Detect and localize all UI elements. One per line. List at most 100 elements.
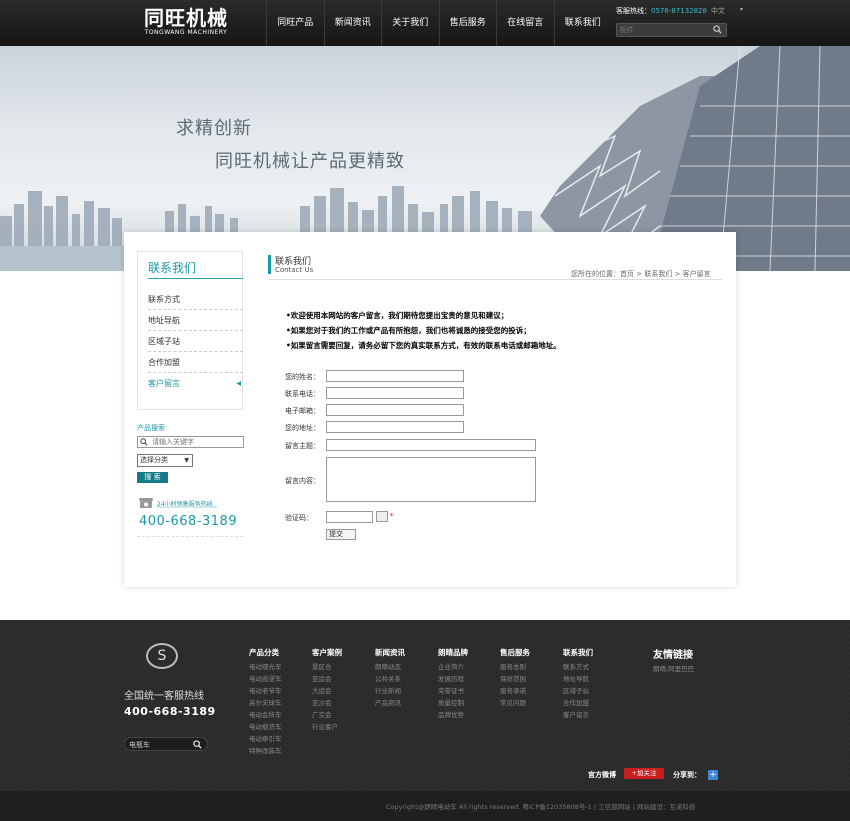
footer-link[interactable]: 客户留言 [563, 709, 623, 721]
chevron-down-icon: ▼ [184, 457, 189, 464]
category-select[interactable]: 选择分类 ▼ [137, 454, 193, 467]
footer-link[interactable]: 电动观光车 [249, 661, 309, 673]
header-search-input[interactable] [617, 24, 713, 36]
captcha-field[interactable] [326, 511, 373, 523]
footer-link[interactable]: 朗晴动态 [375, 661, 435, 673]
footer-column-news: 新闻资讯 朗晴动态 公共关系 行业新闻 产品资讯 [375, 647, 435, 709]
logo[interactable]: 同旺机械 TONGWANG MACHINERY [140, 7, 232, 39]
address-field[interactable] [326, 421, 464, 433]
sidebar-menu: 联系我们 联系方式 地址导航 区域子站 合作加盟 客户留言 ◀ [137, 251, 243, 410]
footer-hotline-number: 400-668-3189 [124, 705, 216, 718]
header: 同旺机械 TONGWANG MACHINERY 同旺产品 新闻资讯 关于我们 售… [0, 0, 850, 46]
footer-link[interactable]: 服务承诺 [500, 685, 560, 697]
sidebar-item-regional-sites[interactable]: 区域子站 [148, 331, 243, 352]
sidebar-item-map[interactable]: 地址导航 [148, 310, 243, 331]
footer-link[interactable]: 产品资讯 [375, 697, 435, 709]
name-label: 您的姓名： [285, 373, 320, 381]
subject-field[interactable] [326, 439, 536, 451]
footer-column-title: 产品分类 [249, 648, 279, 657]
sidebar-item-franchise[interactable]: 合作加盟 [148, 352, 243, 373]
footer-link[interactable]: 发展历程 [438, 673, 498, 685]
sidebar-item-contact-info[interactable]: 联系方式 [148, 289, 243, 310]
submit-label: 提交 [329, 530, 343, 538]
logo-text: 同旺机械 [144, 6, 228, 30]
nav-item-products[interactable]: 同旺产品 [266, 0, 324, 46]
required-mark: * [390, 512, 394, 520]
nav-item-service[interactable]: 售后服务 [438, 0, 497, 46]
search-icon [140, 438, 148, 446]
footer-link[interactable]: 区域子站 [563, 685, 623, 697]
chevron-down-icon[interactable]: ▾ [740, 6, 743, 13]
page-subtitle: Contact Us [275, 266, 314, 274]
footer-column-cases: 客户案例 景区合 亚运会 大运会 亚沙会 广交会 行业客户 [312, 647, 372, 733]
email-field[interactable] [326, 404, 464, 416]
footer-link[interactable]: 荣誉证书 [438, 685, 498, 697]
notice-line: •如果您对于我们的工作或产品有所抱怨，我们也将诚恳的接受您的投诉； [286, 326, 531, 335]
footer-link[interactable]: 地址导航 [563, 673, 623, 685]
footer-link[interactable]: 高尔夫球车 [249, 697, 309, 709]
footer-link[interactable]: 特种改装车 [249, 745, 309, 757]
header-hotline: 客服热线：0576-87132828 [616, 6, 707, 16]
footer-link[interactable]: 电动老爷车 [249, 685, 309, 697]
friend-link[interactable]: 朗晴,阿里巴巴 [653, 663, 694, 673]
footer-link[interactable]: 行业客户 [312, 721, 372, 733]
nav-item-about[interactable]: 关于我们 [381, 0, 439, 46]
footer-link[interactable]: 广交会 [312, 709, 372, 721]
nav-item-message[interactable]: 在线留言 [496, 0, 554, 46]
main-nav: 同旺产品 新闻资讯 关于我们 售后服务 在线留言 联系我们 [266, 0, 611, 46]
footer-search[interactable]: 电瓶车 [124, 737, 208, 751]
footer-link[interactable]: 亚沙会 [312, 697, 372, 709]
search-icon[interactable] [193, 740, 202, 749]
divider [137, 536, 243, 537]
product-search-input[interactable] [137, 436, 244, 448]
footer-link[interactable]: 景区合 [312, 661, 372, 673]
footer-link[interactable]: 合作加盟 [563, 697, 623, 709]
weibo-label: 官方微博 [588, 771, 616, 779]
copyright-text: Copyright@朗晴电动车 All rights reserved. 粤IC… [386, 803, 696, 811]
phone-field[interactable] [326, 387, 464, 399]
footer-link[interactable]: 行业新闻 [375, 685, 435, 697]
footer-link[interactable]: 大运会 [312, 685, 372, 697]
footer-link[interactable]: 电动巡逻车 [249, 673, 309, 685]
address-label: 您的地址： [285, 424, 320, 432]
footer-link[interactable]: 电动会所车 [249, 709, 309, 721]
share-plus-icon[interactable]: + [708, 770, 718, 780]
language-selector[interactable]: 中文 [711, 6, 725, 16]
decorative-bar [157, 506, 217, 508]
footer-link[interactable]: 质量控制 [438, 697, 498, 709]
header-search [616, 23, 727, 37]
footer-link[interactable]: 亚运会 [312, 673, 372, 685]
footer-link[interactable]: 保修范围 [500, 673, 560, 685]
footer-link[interactable]: 服务总则 [500, 661, 560, 673]
sidebar-title: 联系我们 [148, 261, 197, 275]
notice-line: •如果留言需要回复，请务必留下您的真实联系方式，有效的联系电话或邮箱地址。 [286, 341, 561, 350]
search-icon[interactable] [713, 25, 722, 34]
footer-hotline-title: 全国统一客服热线 [124, 691, 204, 702]
footer-search-value: 电瓶车 [129, 741, 150, 749]
footer-column-products: 产品分类 电动观光车 电动巡逻车 电动老爷车 高尔夫球车 电动会所车 电动载货车… [249, 647, 309, 757]
name-field[interactable] [326, 370, 464, 382]
content-label: 留言内容： [285, 477, 320, 485]
arrow-left-icon: ◀ [236, 380, 241, 387]
captcha-image[interactable] [376, 511, 388, 522]
content-textarea[interactable] [326, 457, 536, 502]
content-panel: 联系我们 联系方式 地址导航 区域子站 合作加盟 客户留言 ◀ 产品搜索 选择分… [124, 232, 736, 587]
sidebar-item-message[interactable]: 客户留言 ◀ [148, 373, 243, 394]
product-search-title: 产品搜索 [137, 424, 165, 432]
footer-link[interactable]: 常见问题 [500, 697, 560, 709]
footer-link[interactable]: 联系方式 [563, 661, 623, 673]
submit-button[interactable]: 提交 [326, 529, 356, 540]
divider [148, 278, 243, 279]
nav-item-news[interactable]: 新闻资讯 [323, 0, 382, 46]
footer-link[interactable]: 品牌优势 [438, 709, 498, 721]
weibo-follow-button[interactable]: +加关注 [624, 768, 664, 779]
footer-link[interactable]: 企业简介 [438, 661, 498, 673]
breadcrumb: 您所在的位置：首页 > 联系我们 > 客户留言 [571, 270, 711, 278]
banner-slogan-1: 求精创新 [176, 118, 252, 139]
footer-link[interactable]: 电动载货车 [249, 721, 309, 733]
product-search-button[interactable]: 搜 索 [137, 472, 168, 483]
phone-icon [139, 498, 153, 508]
nav-item-contact[interactable]: 联系我们 [553, 0, 612, 46]
footer-link[interactable]: 电动牵引车 [249, 733, 309, 745]
footer-link[interactable]: 公共关系 [375, 673, 435, 685]
